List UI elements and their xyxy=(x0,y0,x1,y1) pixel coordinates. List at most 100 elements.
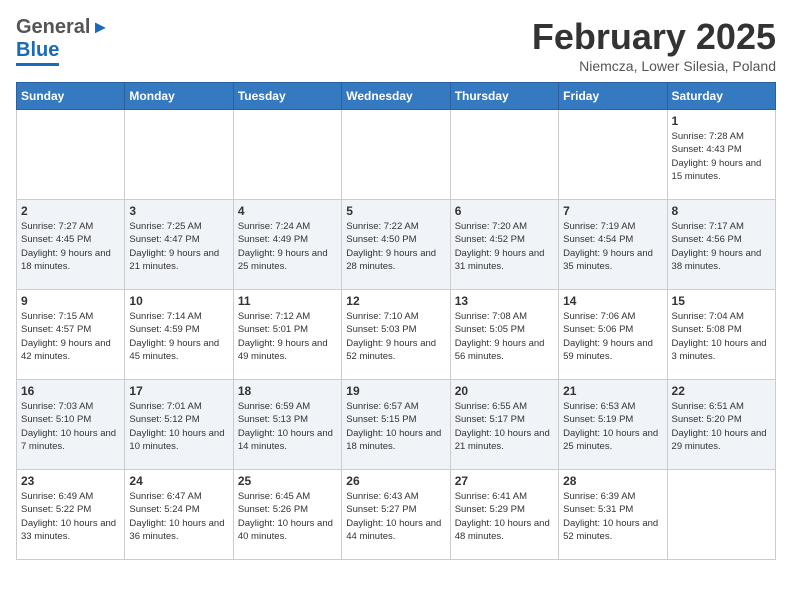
calendar-cell xyxy=(667,470,775,560)
calendar-cell: 15 Sunrise: 7:04 AM Sunset: 5:08 PM Dayli… xyxy=(667,290,775,380)
day-number: 27 xyxy=(455,474,554,488)
calendar-cell: 22 Sunrise: 6:51 AM Sunset: 5:20 PM Dayli… xyxy=(667,380,775,470)
calendar-cell: 9Sunrise: 7:15 AM Sunset: 4:57 PM Daylig… xyxy=(17,290,125,380)
day-info: Sunrise: 7:01 AM Sunset: 5:12 PM Dayligh… xyxy=(129,400,228,453)
calendar-cell: 10 Sunrise: 7:14 AM Sunset: 4:59 PM Dayli… xyxy=(125,290,233,380)
calendar-cell: 6Sunrise: 7:20 AM Sunset: 4:52 PM Daylig… xyxy=(450,200,558,290)
calendar-cell: 14 Sunrise: 7:06 AM Sunset: 5:06 PM Dayli… xyxy=(559,290,667,380)
day-info: Sunrise: 7:15 AM Sunset: 4:57 PM Dayligh… xyxy=(21,310,120,363)
col-monday: Monday xyxy=(125,83,233,110)
calendar-cell: 21 Sunrise: 6:53 AM Sunset: 5:19 PM Dayli… xyxy=(559,380,667,470)
day-number: 6 xyxy=(455,204,554,218)
logo-general: General xyxy=(16,16,90,39)
day-number: 8 xyxy=(672,204,771,218)
calendar-cell: 2 Sunrise: 7:27 AM Sunset: 4:45 PM Daylig… xyxy=(17,200,125,290)
col-sunday: Sunday xyxy=(17,83,125,110)
calendar-cell xyxy=(342,110,450,200)
day-info: Sunrise: 7:25 AM Sunset: 4:47 PM Dayligh… xyxy=(129,220,228,273)
location: Niemcza, Lower Silesia, Poland xyxy=(532,58,776,74)
day-info: Sunrise: 6:47 AM Sunset: 5:24 PM Dayligh… xyxy=(129,490,228,543)
day-info: Sunrise: 6:49 AM Sunset: 5:22 PM Dayligh… xyxy=(21,490,120,543)
day-info: Sunrise: 7:17 AM Sunset: 4:56 PM Dayligh… xyxy=(672,220,771,273)
day-number: 1 xyxy=(672,114,771,128)
day-info: Sunrise: 6:45 AM Sunset: 5:26 PM Dayligh… xyxy=(238,490,337,543)
calendar-cell: 11 Sunrise: 7:12 AM Sunset: 5:01 PM Dayli… xyxy=(233,290,341,380)
calendar-cell: 3 Sunrise: 7:25 AM Sunset: 4:47 PM Daylig… xyxy=(125,200,233,290)
day-info: Sunrise: 7:24 AM Sunset: 4:49 PM Dayligh… xyxy=(238,220,337,273)
day-info: Sunrise: 6:39 AM Sunset: 5:31 PM Dayligh… xyxy=(563,490,662,543)
day-info: Sunrise: 6:51 AM Sunset: 5:20 PM Dayligh… xyxy=(672,400,771,453)
calendar-cell: 27 Sunrise: 6:41 AM Sunset: 5:29 PM Dayli… xyxy=(450,470,558,560)
calendar-week-5: 23 Sunrise: 6:49 AM Sunset: 5:22 PM Dayli… xyxy=(17,470,776,560)
day-info: Sunrise: 6:43 AM Sunset: 5:27 PM Dayligh… xyxy=(346,490,445,543)
month-title: February 2025 xyxy=(532,16,776,58)
calendar-cell xyxy=(233,110,341,200)
day-info: Sunrise: 7:19 AM Sunset: 4:54 PM Dayligh… xyxy=(563,220,662,273)
day-number: 11 xyxy=(238,294,337,308)
day-info: Sunrise: 6:53 AM Sunset: 5:19 PM Dayligh… xyxy=(563,400,662,453)
day-number: 28 xyxy=(563,474,662,488)
day-info: Sunrise: 7:14 AM Sunset: 4:59 PM Dayligh… xyxy=(129,310,228,363)
day-number: 4 xyxy=(238,204,337,218)
calendar-cell: 5 Sunrise: 7:22 AM Sunset: 4:50 PM Daylig… xyxy=(342,200,450,290)
calendar-cell: 18Sunrise: 6:59 AM Sunset: 5:13 PM Dayli… xyxy=(233,380,341,470)
day-number: 2 xyxy=(21,204,120,218)
day-number: 23 xyxy=(21,474,120,488)
day-info: Sunrise: 7:06 AM Sunset: 5:06 PM Dayligh… xyxy=(563,310,662,363)
logo-blue: Blue xyxy=(16,39,59,66)
day-info: Sunrise: 6:57 AM Sunset: 5:15 PM Dayligh… xyxy=(346,400,445,453)
day-info: Sunrise: 7:28 AM Sunset: 4:43 PM Dayligh… xyxy=(672,130,771,183)
day-info: Sunrise: 7:22 AM Sunset: 4:50 PM Dayligh… xyxy=(346,220,445,273)
day-number: 12 xyxy=(346,294,445,308)
day-number: 17 xyxy=(129,384,228,398)
calendar-cell: 8 Sunrise: 7:17 AM Sunset: 4:56 PM Daylig… xyxy=(667,200,775,290)
day-info: Sunrise: 7:10 AM Sunset: 5:03 PM Dayligh… xyxy=(346,310,445,363)
day-number: 13 xyxy=(455,294,554,308)
day-number: 10 xyxy=(129,294,228,308)
title-area: February 2025 Niemcza, Lower Silesia, Po… xyxy=(532,16,776,74)
calendar-cell: 7Sunrise: 7:19 AM Sunset: 4:54 PM Daylig… xyxy=(559,200,667,290)
calendar-cell: 1 Sunrise: 7:28 AM Sunset: 4:43 PM Daylig… xyxy=(667,110,775,200)
day-info: Sunrise: 7:12 AM Sunset: 5:01 PM Dayligh… xyxy=(238,310,337,363)
day-number: 25 xyxy=(238,474,337,488)
col-wednesday: Wednesday xyxy=(342,83,450,110)
page-header: General ► Blue February 2025 Niemcza, Lo… xyxy=(16,16,776,74)
calendar-cell xyxy=(450,110,558,200)
calendar-cell xyxy=(559,110,667,200)
day-info: Sunrise: 7:04 AM Sunset: 5:08 PM Dayligh… xyxy=(672,310,771,363)
calendar-table: Sunday Monday Tuesday Wednesday Thursday… xyxy=(16,82,776,560)
calendar-header-row: Sunday Monday Tuesday Wednesday Thursday… xyxy=(17,83,776,110)
calendar-cell: 13 Sunrise: 7:08 AM Sunset: 5:05 PM Dayli… xyxy=(450,290,558,380)
calendar-cell: 12 Sunrise: 7:10 AM Sunset: 5:03 PM Dayli… xyxy=(342,290,450,380)
calendar-cell: 16Sunrise: 7:03 AM Sunset: 5:10 PM Dayli… xyxy=(17,380,125,470)
calendar-cell: 19Sunrise: 6:57 AM Sunset: 5:15 PM Dayli… xyxy=(342,380,450,470)
calendar-cell: 17 Sunrise: 7:01 AM Sunset: 5:12 PM Dayli… xyxy=(125,380,233,470)
day-number: 24 xyxy=(129,474,228,488)
day-number: 21 xyxy=(563,384,662,398)
day-number: 22 xyxy=(672,384,771,398)
calendar-week-4: 16Sunrise: 7:03 AM Sunset: 5:10 PM Dayli… xyxy=(17,380,776,470)
col-saturday: Saturday xyxy=(667,83,775,110)
day-info: Sunrise: 6:55 AM Sunset: 5:17 PM Dayligh… xyxy=(455,400,554,453)
logo: General ► Blue xyxy=(16,16,109,62)
calendar-week-2: 2 Sunrise: 7:27 AM Sunset: 4:45 PM Daylig… xyxy=(17,200,776,290)
day-info: Sunrise: 7:08 AM Sunset: 5:05 PM Dayligh… xyxy=(455,310,554,363)
calendar-cell: 26Sunrise: 6:43 AM Sunset: 5:27 PM Dayli… xyxy=(342,470,450,560)
calendar-cell xyxy=(125,110,233,200)
day-number: 5 xyxy=(346,204,445,218)
calendar-cell: 24 Sunrise: 6:47 AM Sunset: 5:24 PM Dayli… xyxy=(125,470,233,560)
day-info: Sunrise: 6:41 AM Sunset: 5:29 PM Dayligh… xyxy=(455,490,554,543)
col-tuesday: Tuesday xyxy=(233,83,341,110)
calendar-cell: 20Sunrise: 6:55 AM Sunset: 5:17 PM Dayli… xyxy=(450,380,558,470)
day-info: Sunrise: 6:59 AM Sunset: 5:13 PM Dayligh… xyxy=(238,400,337,453)
col-thursday: Thursday xyxy=(450,83,558,110)
calendar-cell: 28 Sunrise: 6:39 AM Sunset: 5:31 PM Dayli… xyxy=(559,470,667,560)
day-number: 15 xyxy=(672,294,771,308)
calendar-week-3: 9Sunrise: 7:15 AM Sunset: 4:57 PM Daylig… xyxy=(17,290,776,380)
day-number: 16 xyxy=(21,384,120,398)
day-number: 14 xyxy=(563,294,662,308)
day-number: 3 xyxy=(129,204,228,218)
day-info: Sunrise: 7:27 AM Sunset: 4:45 PM Dayligh… xyxy=(21,220,120,273)
col-friday: Friday xyxy=(559,83,667,110)
calendar-cell: 23 Sunrise: 6:49 AM Sunset: 5:22 PM Dayli… xyxy=(17,470,125,560)
